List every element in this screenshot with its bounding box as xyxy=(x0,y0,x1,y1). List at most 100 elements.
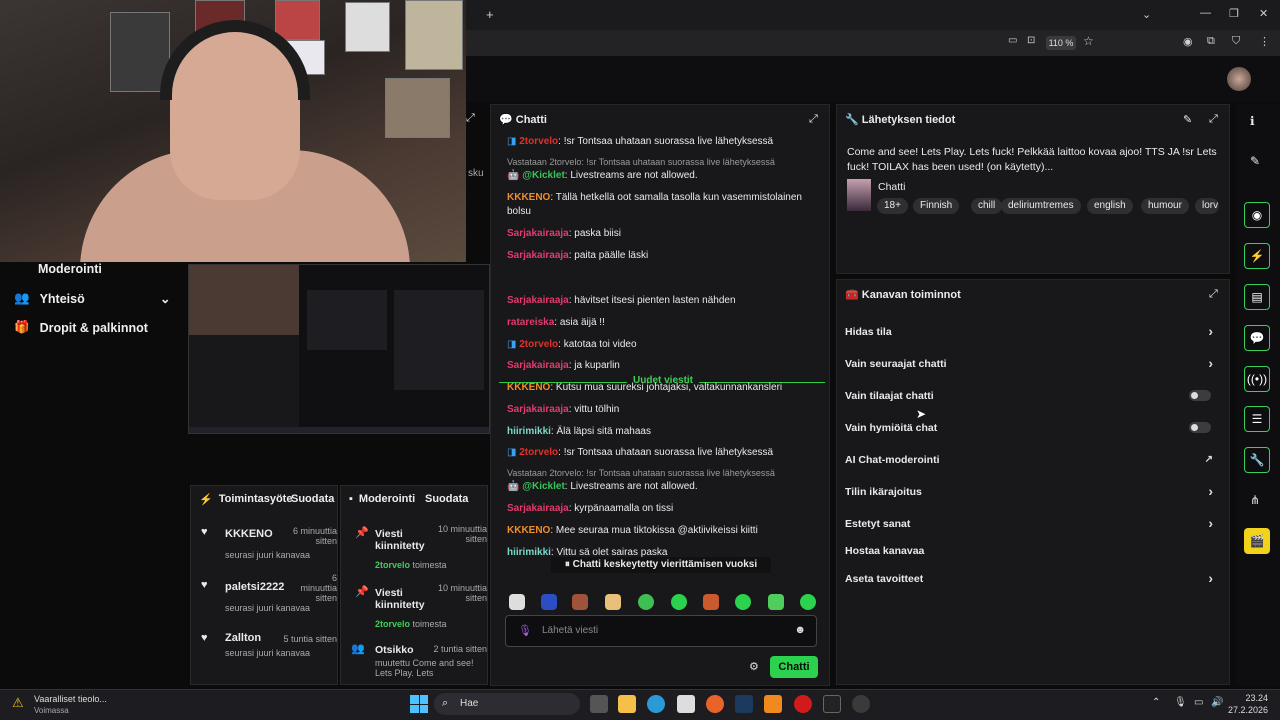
emote[interactable] xyxy=(671,594,687,610)
profile-icon[interactable]: ◉ xyxy=(1183,35,1193,48)
cast-icon[interactable]: ▭ xyxy=(1008,35,1017,46)
lightning-icon[interactable]: ⚡ xyxy=(1244,243,1270,269)
action-row-goals[interactable]: Aseta tavoitteet › xyxy=(845,570,1225,586)
extensions-icon[interactable]: ⧉ xyxy=(1207,35,1215,48)
steam-icon[interactable] xyxy=(735,695,753,713)
share-icon[interactable]: ⋔ xyxy=(1250,493,1260,507)
chat-user[interactable]: Sarjakairaaja xyxy=(507,404,569,415)
edit-icon[interactable]: ✎ xyxy=(1183,113,1192,126)
task-view-icon[interactable] xyxy=(590,695,608,713)
chat-user[interactable]: Sarjakairaaja xyxy=(507,228,569,239)
wrench-icon[interactable]: 🔧 xyxy=(1244,447,1270,473)
emote[interactable] xyxy=(572,594,588,610)
star-icon[interactable]: ☆ xyxy=(1083,34,1094,48)
file-explorer-icon[interactable] xyxy=(618,695,636,713)
nav-item-moderointi[interactable]: Moderointi xyxy=(14,262,102,276)
zoom-indicator[interactable]: 110 % xyxy=(1046,36,1076,50)
volume-icon[interactable]: 🔊 xyxy=(1211,697,1223,708)
action-row-host[interactable]: Hostaa kanavaa xyxy=(845,545,1225,557)
popout-icon[interactable]: ⤢ xyxy=(1209,288,1218,301)
emote-only-toggle[interactable] xyxy=(1189,422,1211,433)
shield-icon[interactable]: ⛉ xyxy=(1232,35,1240,48)
broadcast-icon[interactable]: ((•)) xyxy=(1244,366,1270,392)
chat-user[interactable]: hiirimikki xyxy=(507,547,551,558)
minimize-button[interactable]: — xyxy=(1200,7,1211,19)
mod-by[interactable]: 2torvelo xyxy=(375,560,410,570)
terminal-icon[interactable] xyxy=(823,695,841,713)
weather-alert-title[interactable]: Vaaralliset tieolo... xyxy=(34,694,107,704)
filter-button[interactable]: Suodata xyxy=(291,493,334,505)
network-icon[interactable]: ▭ xyxy=(1194,697,1203,708)
tag[interactable]: 18+ xyxy=(877,198,908,214)
clock-time[interactable]: 23.24 xyxy=(1234,693,1268,703)
layout-icon[interactable]: ☰ xyxy=(1244,406,1270,432)
mod-by[interactable]: 2torvelo xyxy=(375,619,410,629)
chat-user[interactable]: 2torvelo xyxy=(519,339,558,350)
chat-user[interactable]: KKKENO xyxy=(507,382,550,393)
edge-icon[interactable] xyxy=(647,695,665,713)
chevron-up-icon[interactable]: ⌃ xyxy=(1152,697,1160,708)
chat-user[interactable]: ratareiska xyxy=(507,317,554,328)
chat-user[interactable]: KKKENO xyxy=(507,525,550,536)
chat-user[interactable]: Sarjakairaaja xyxy=(507,250,569,261)
pencil-icon[interactable]: ✎ xyxy=(1250,154,1260,168)
nav-item-dropit[interactable]: 🎁 Dropit & palkinnot xyxy=(14,320,148,335)
windows-start-icon[interactable] xyxy=(410,695,428,713)
expand-icon[interactable]: ⤢ xyxy=(466,112,480,126)
chat-user[interactable]: 2torvelo xyxy=(519,447,558,458)
menu-icon[interactable]: ⋮ xyxy=(1259,35,1270,48)
store-icon[interactable] xyxy=(677,695,695,713)
popout-icon[interactable]: ⤢ xyxy=(1209,113,1218,126)
tag[interactable]: Finnish xyxy=(913,198,960,214)
opera-icon[interactable] xyxy=(794,695,812,713)
chat-user[interactable]: Sarjakairaaja xyxy=(507,360,569,371)
feed-user[interactable]: KKKENO xyxy=(225,528,273,540)
category-thumbnail[interactable] xyxy=(847,179,871,211)
stream-preview[interactable] xyxy=(188,264,490,434)
tag[interactable]: chill xyxy=(971,198,1003,214)
nav-item-yhteiso[interactable]: 👥 Yhteisö ⌄ xyxy=(14,291,174,306)
action-row-blocked-words[interactable]: Estetyt sanat › xyxy=(845,515,1225,531)
chat-user[interactable]: Sarjakairaaja xyxy=(507,295,569,306)
emote[interactable] xyxy=(768,594,784,610)
tag[interactable]: humour xyxy=(1141,198,1189,214)
translate-icon[interactable]: ⊡ xyxy=(1027,35,1035,46)
emoji-icon[interactable]: ☻ xyxy=(794,624,806,636)
emote[interactable] xyxy=(703,594,719,610)
vlc-icon[interactable] xyxy=(764,695,782,713)
emote[interactable] xyxy=(605,594,621,610)
settings-icon[interactable]: ⚙ xyxy=(749,660,759,673)
filter-button[interactable]: Suodata xyxy=(425,493,468,505)
chat-user[interactable]: Sarjakairaaja xyxy=(507,503,569,514)
microphone-icon[interactable]: 🎙 xyxy=(518,624,532,637)
emote[interactable] xyxy=(509,594,525,610)
tag[interactable]: deliriumtremes xyxy=(1001,198,1081,214)
emote[interactable] xyxy=(541,594,557,610)
chat-user[interactable]: @Kicklet xyxy=(522,481,565,492)
subscribers-only-toggle[interactable] xyxy=(1189,390,1211,401)
chat-user[interactable]: KKKENO xyxy=(507,192,550,203)
action-row-followers-only[interactable]: Vain seuraajat chatti › xyxy=(845,355,1225,371)
action-row-slow-mode[interactable]: Hidas tila › xyxy=(845,323,1225,339)
maximize-button[interactable]: ❐ xyxy=(1229,7,1239,20)
feed-user[interactable]: paletsi2222 xyxy=(225,581,284,593)
emote[interactable] xyxy=(735,594,751,610)
emote[interactable] xyxy=(800,594,816,610)
document-icon[interactable]: ▤ xyxy=(1244,284,1270,310)
clapper-icon[interactable]: 🎬 xyxy=(1244,528,1270,554)
close-button[interactable]: ✕ xyxy=(1259,7,1268,20)
chat-paused-banner[interactable]: ⏸ Chatti keskeytetty vierittämisen vuoks… xyxy=(551,557,771,573)
chevron-down-icon[interactable]: ⌄ xyxy=(1142,8,1151,21)
emote[interactable] xyxy=(638,594,654,610)
chat-user[interactable]: 2torvelo xyxy=(519,136,558,147)
taskbar-search[interactable]: ⌕ Hae xyxy=(434,693,580,715)
chat-bubble-icon[interactable]: 💬 xyxy=(1244,325,1270,351)
tag[interactable]: english xyxy=(1087,198,1133,214)
microphone-icon[interactable]: 🎙 xyxy=(1174,697,1187,708)
popout-icon[interactable]: ⤢ xyxy=(809,113,818,126)
chat-input[interactable]: 🎙 Lähetä viesti ☻ xyxy=(505,615,817,647)
avatar[interactable] xyxy=(1227,67,1251,91)
camera-icon[interactable]: ◉ xyxy=(1244,202,1270,228)
info-icon[interactable]: ℹ xyxy=(1250,114,1255,128)
firefox-icon[interactable] xyxy=(706,695,724,713)
